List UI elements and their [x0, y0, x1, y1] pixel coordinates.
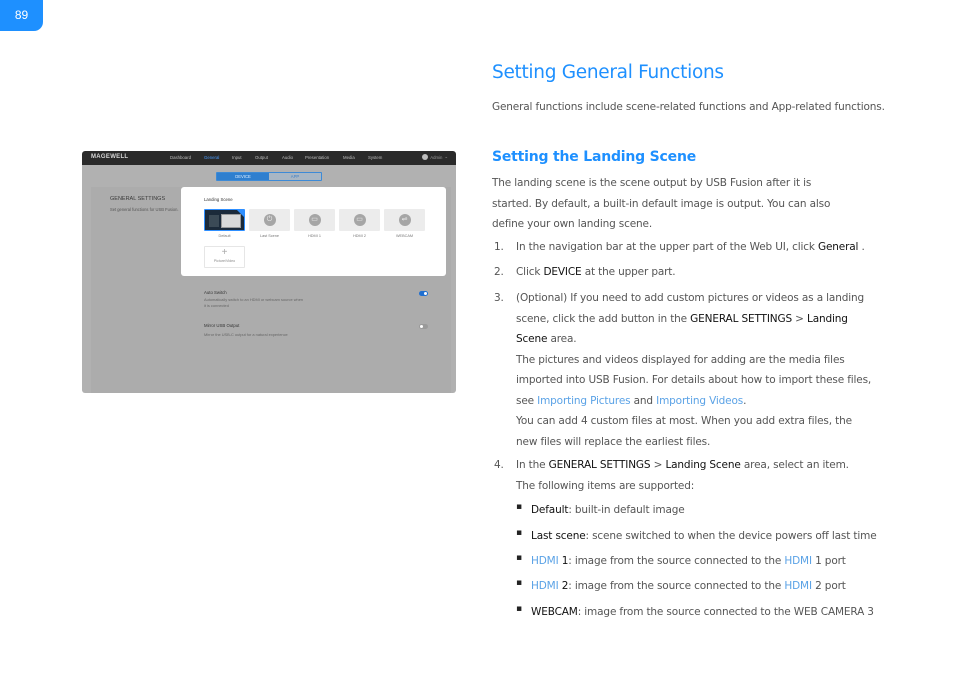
link-importing-pictures[interactable]: Importing Pictures [537, 395, 630, 407]
bullet-desc: : built-in default image [568, 504, 685, 516]
bullet-desc: 2 port [811, 580, 846, 592]
ui-term: General [817, 241, 859, 253]
hdmi-link[interactable]: HDMI [531, 555, 559, 567]
hdmi-icon: ▭ [308, 214, 321, 226]
nav-item-dashboard[interactable]: Dashboard [170, 155, 191, 160]
bullet-desc: 1 port [811, 555, 846, 567]
landing-scene-card: Landing Scene Default ⏻ Last Scene ▭ HDM… [181, 187, 446, 276]
nav-item-general[interactable]: General [204, 155, 219, 160]
web-ui-screenshot: MAGEWELL Dashboard General Input Output … [82, 151, 456, 393]
ui-term: Landing Scene [665, 459, 741, 471]
bullet-term: 2 [558, 580, 569, 592]
hdmi-link[interactable]: HDMI [531, 580, 559, 592]
hdmi-link[interactable]: HDMI [784, 555, 812, 567]
step-note: The following items are supported: [516, 479, 695, 492]
mirror-usb-toggle[interactable] [419, 324, 428, 329]
hdmi-icon: ▭ [353, 214, 366, 226]
auto-switch-desc: Automatically switch to an HDMI or webca… [204, 297, 304, 308]
step-note: You can add 4 custom files at most. When… [516, 415, 852, 448]
nav-bar: MAGEWELL Dashboard General Input Output … [82, 151, 456, 165]
auto-switch-title: Auto Switch [204, 290, 227, 295]
mirror-usb-desc: Mirror the USB-C output for a natural ex… [204, 332, 288, 337]
bullet-term: WEBCAM [531, 606, 578, 618]
step-text: area, select an item. [740, 459, 849, 471]
bullet-desc: : image from the source connected to the [568, 555, 785, 567]
bullet-term: 1 [558, 555, 569, 567]
step-text: . [858, 241, 865, 253]
nav-item-audio[interactable]: Audio [282, 155, 293, 160]
usb-icon: ⇌ [398, 214, 411, 226]
hdmi-link[interactable]: HDMI [784, 580, 812, 592]
step-note: and [630, 394, 657, 407]
page-number-badge: 89 [0, 0, 43, 31]
tab-device[interactable]: DEVICE [217, 173, 269, 180]
tile-hdmi-2[interactable]: ▭ [339, 209, 380, 231]
nav-item-output[interactable]: Output [255, 155, 268, 160]
bullet-term: Last scene [531, 530, 586, 542]
bullet-icon: ▪ [516, 502, 522, 512]
bullet-term: Default [531, 504, 569, 516]
bullet-icon: ▪ [516, 553, 522, 563]
ui-term: GENERAL SETTINGS [548, 459, 651, 471]
bullet-desc: : image from the source connected to the [568, 580, 785, 592]
tile-hdmi-1[interactable]: ▭ [294, 209, 335, 231]
bullet-icon: ▪ [516, 528, 522, 538]
landing-scene-title: Landing Scene [204, 197, 233, 202]
user-avatar-icon [422, 154, 429, 160]
step-text: In the navigation bar at the upper part … [516, 241, 818, 253]
tile-default[interactable] [204, 209, 245, 231]
add-label: Picture/Video [213, 259, 236, 263]
tab-app[interactable]: APP [269, 173, 321, 180]
bullet-icon: ▪ [516, 604, 522, 614]
bullet-desc: : scene switched to when the device powe… [585, 530, 877, 542]
general-settings-desc: Set general functions for USB Fusion. [110, 207, 179, 212]
separator: > [791, 312, 807, 325]
power-icon: ⏻ [263, 214, 276, 226]
tile-label-webcam: WEBCAM [395, 234, 414, 238]
section-paragraph: The landing scene is the scene output by… [492, 177, 831, 230]
tile-last-scene[interactable]: ⏻ [249, 209, 290, 231]
step-note: . [743, 394, 747, 407]
step-number: 2. [494, 266, 504, 278]
magewell-logo: MAGEWELL [91, 154, 129, 160]
step-number: 3. [494, 292, 504, 304]
link-importing-videos[interactable]: Importing Videos [656, 395, 743, 407]
user-menu[interactable]: Admin ⌄ [422, 154, 448, 160]
nav-item-media[interactable]: Media [343, 155, 355, 160]
nav-item-system[interactable]: System [368, 155, 382, 160]
step-text: Click [516, 266, 544, 278]
section-heading: Setting the Landing Scene [492, 149, 697, 165]
mirror-usb-title: Mirror USB Output [204, 323, 240, 328]
page-title: Setting General Functions [492, 62, 724, 83]
separator: > [650, 459, 666, 471]
device-app-switch: DEVICE APP [216, 172, 322, 181]
user-name: Admin [430, 154, 443, 160]
bullet-icon: ▪ [516, 578, 522, 588]
ui-term: GENERAL SETTINGS [690, 312, 792, 325]
add-picture-video-button[interactable]: + Picture/Video [204, 246, 245, 268]
step-text: at the upper part. [581, 266, 676, 278]
tile-webcam[interactable]: ⇌ [384, 209, 425, 231]
step-text: area. [547, 333, 577, 345]
ui-term: DEVICE [543, 266, 582, 278]
nav-item-input[interactable]: Input [232, 155, 242, 160]
tile-label-hdmi-2: HDMI 2 [353, 234, 366, 238]
auto-switch-toggle[interactable] [419, 291, 428, 296]
bullet-desc: : image from the source connected to the… [577, 606, 874, 618]
tile-label-default: Default [218, 234, 231, 238]
tile-label-last-scene: Last Scene [260, 234, 279, 238]
selected-check-icon [237, 210, 244, 217]
step-text: In the [516, 459, 549, 471]
chevron-down-icon: ⌄ [444, 154, 448, 159]
step-number: 1. [494, 241, 504, 253]
plus-icon: + [221, 247, 228, 258]
nav-item-presentation[interactable]: Presentation [305, 155, 329, 160]
intro-text: General functions include scene-related … [492, 101, 885, 113]
tile-label-hdmi-1: HDMI 1 [308, 234, 321, 238]
default-image-thumb [209, 215, 219, 227]
step-number: 4. [494, 459, 504, 471]
general-settings-title: GENERAL SETTINGS [110, 196, 166, 202]
